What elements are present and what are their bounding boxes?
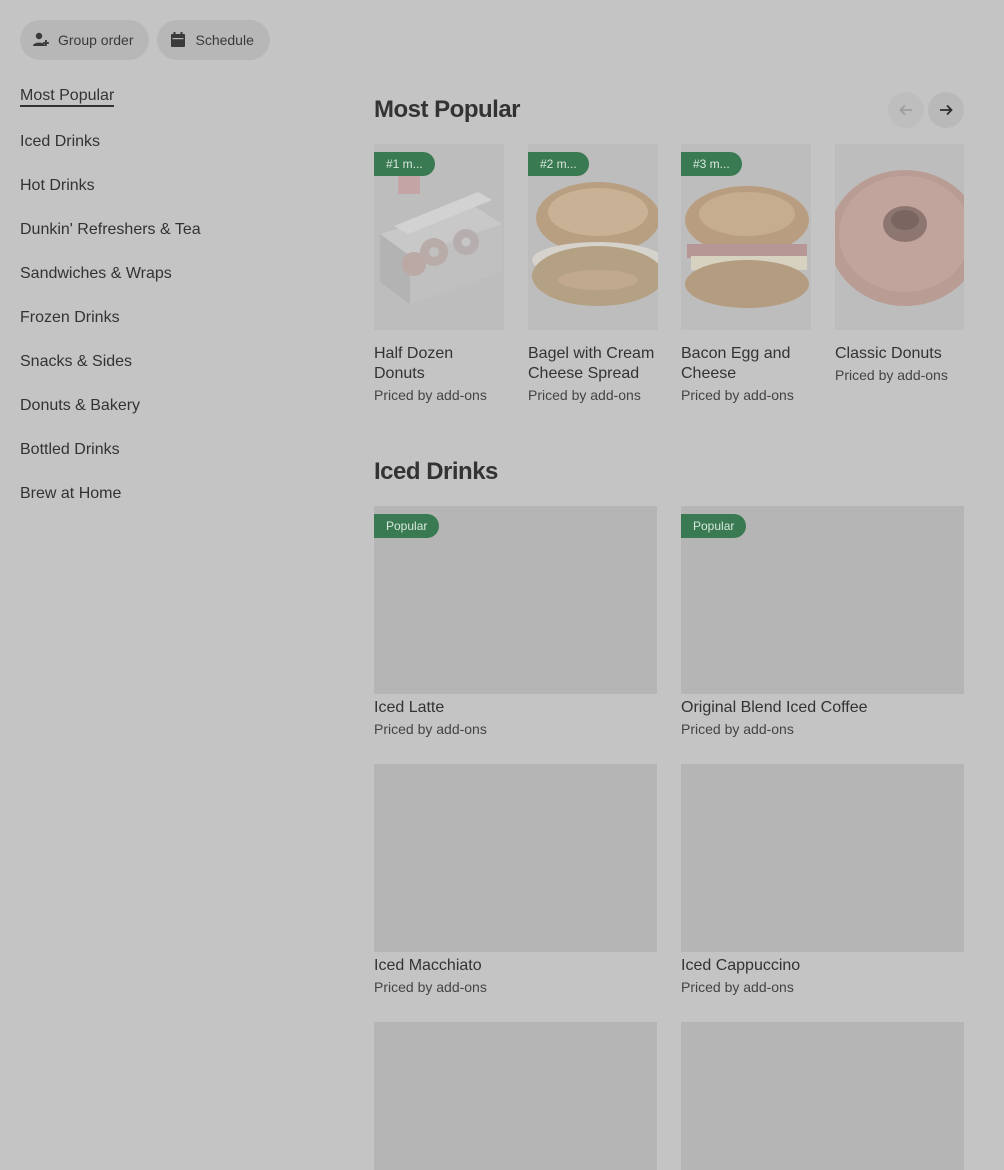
item-price-note: Priced by add-ons: [374, 979, 487, 995]
top-actions: Group order Schedule: [20, 20, 270, 60]
sidebar-item-label: Frozen Drinks: [20, 309, 120, 326]
menu-item-card[interactable]: #2 m... Bagel with Cream Cheese Spread P…: [528, 144, 658, 404]
item-price-note: Priced by add-ons: [681, 721, 794, 737]
item-image-placeholder: [374, 1022, 657, 1170]
carousel-prev-button[interactable]: [888, 92, 924, 128]
calendar-icon: [171, 32, 186, 47]
item-image-placeholder: Popular: [681, 506, 964, 694]
sidebar-item-label: Bottled Drinks: [20, 441, 120, 458]
menu-item-card[interactable]: Iced Macchiato Priced by add-ons: [374, 764, 657, 996]
item-image-donut-box: #1 m...: [374, 144, 504, 330]
item-image-placeholder: [681, 1022, 964, 1170]
item-name: Bacon Egg and Cheese: [681, 345, 791, 382]
item-price-note: Priced by add-ons: [681, 387, 794, 403]
menu-item-card[interactable]: Popular Original Blend Iced Coffee Price…: [681, 506, 964, 738]
schedule-label: Schedule: [195, 32, 254, 48]
sidebar-item-bottled-drinks[interactable]: Bottled Drinks: [20, 434, 320, 478]
sidebar-item-label: Brew at Home: [20, 485, 122, 502]
sidebar-item-label: Snacks & Sides: [20, 353, 133, 370]
sidebar-item-label: Iced Drinks: [20, 133, 101, 150]
item-price-note: Priced by add-ons: [374, 721, 487, 737]
sidebar-item-refreshers-tea[interactable]: Dunkin' Refreshers & Tea: [20, 214, 320, 258]
menu-item-card[interactable]: [374, 1022, 657, 1170]
sidebar-item-label: Sandwiches & Wraps: [20, 265, 172, 282]
sidebar-item-label: Donuts & Bakery: [20, 397, 141, 414]
menu-item-card[interactable]: Iced Cappuccino Priced by add-ons: [681, 764, 964, 996]
sidebar-item-most-popular[interactable]: Most Popular: [20, 80, 320, 126]
item-price-note: Priced by add-ons: [835, 367, 948, 383]
menu-item-card[interactable]: #3 m... Bacon Egg and Cheese Priced by a…: [681, 144, 811, 404]
item-name: Iced Macchiato: [374, 957, 482, 974]
group-order-button[interactable]: Group order: [20, 20, 150, 60]
sidebar-item-donuts-bakery[interactable]: Donuts & Bakery: [20, 390, 320, 434]
item-price-note: Priced by add-ons: [528, 387, 641, 403]
item-image-bacon-egg-cheese: #3 m...: [681, 144, 811, 330]
rank-badge: #2 m...: [528, 152, 589, 176]
section-title-most-popular: Most Popular: [374, 96, 521, 123]
menu-item-card[interactable]: Popular Iced Latte Priced by add-ons: [374, 506, 657, 738]
rank-badge: #3 m...: [681, 152, 742, 176]
item-image-bagel: #2 m...: [528, 144, 658, 330]
sidebar-item-brew-at-home[interactable]: Brew at Home: [20, 478, 320, 522]
menu-item-card[interactable]: #1 m... Half Dozen Donuts Priced by add-…: [374, 144, 504, 404]
item-name: Iced Cappuccino: [681, 957, 801, 974]
schedule-button[interactable]: Schedule: [157, 20, 270, 60]
sidebar-item-sandwiches-wraps[interactable]: Sandwiches & Wraps: [20, 258, 320, 302]
sidebar-item-hot-drinks[interactable]: Hot Drinks: [20, 170, 320, 214]
item-name: Original Blend Iced Coffee: [681, 699, 868, 716]
arrow-right-icon: [940, 104, 953, 116]
item-name: Bagel with Cream Cheese Spread: [528, 345, 655, 382]
item-name: Half Dozen Donuts: [374, 345, 454, 382]
menu-item-card[interactable]: [681, 1022, 964, 1170]
sidebar-item-label: Dunkin' Refreshers & Tea: [20, 221, 201, 238]
item-image-classic-donut: [835, 144, 964, 330]
popular-badge: Popular: [374, 514, 440, 538]
sidebar-item-label: Hot Drinks: [20, 177, 95, 194]
item-price-note: Priced by add-ons: [374, 387, 487, 403]
category-sidebar: Most Popular Iced Drinks Hot Drinks Dunk…: [20, 80, 320, 522]
item-name: Iced Latte: [374, 699, 445, 716]
popular-badge: Popular: [681, 514, 747, 538]
item-image-placeholder: Popular: [374, 506, 657, 694]
sidebar-item-snacks-sides[interactable]: Snacks & Sides: [20, 346, 320, 390]
item-image-placeholder: [374, 764, 657, 952]
item-image-placeholder: [681, 764, 964, 952]
sidebar-item-label: Most Popular: [20, 87, 115, 107]
add-person-icon: [33, 32, 49, 46]
item-name: Classic Donuts: [835, 345, 942, 362]
sidebar-item-frozen-drinks[interactable]: Frozen Drinks: [20, 302, 320, 346]
arrow-left-icon: [899, 104, 912, 116]
section-title-iced-drinks: Iced Drinks: [374, 458, 498, 485]
menu-item-card[interactable]: Classic Donuts Priced by add-ons: [835, 144, 964, 384]
sidebar-item-iced-drinks[interactable]: Iced Drinks: [20, 126, 320, 170]
classic-donut-image: [835, 144, 964, 330]
carousel-next-button[interactable]: [928, 92, 964, 128]
rank-badge: #1 m...: [374, 152, 435, 176]
carousel-nav: [888, 92, 964, 128]
group-order-label: Group order: [58, 32, 134, 48]
item-price-note: Priced by add-ons: [681, 979, 794, 995]
most-popular-carousel: #1 m... Half Dozen Donuts Priced by add-…: [374, 144, 964, 434]
